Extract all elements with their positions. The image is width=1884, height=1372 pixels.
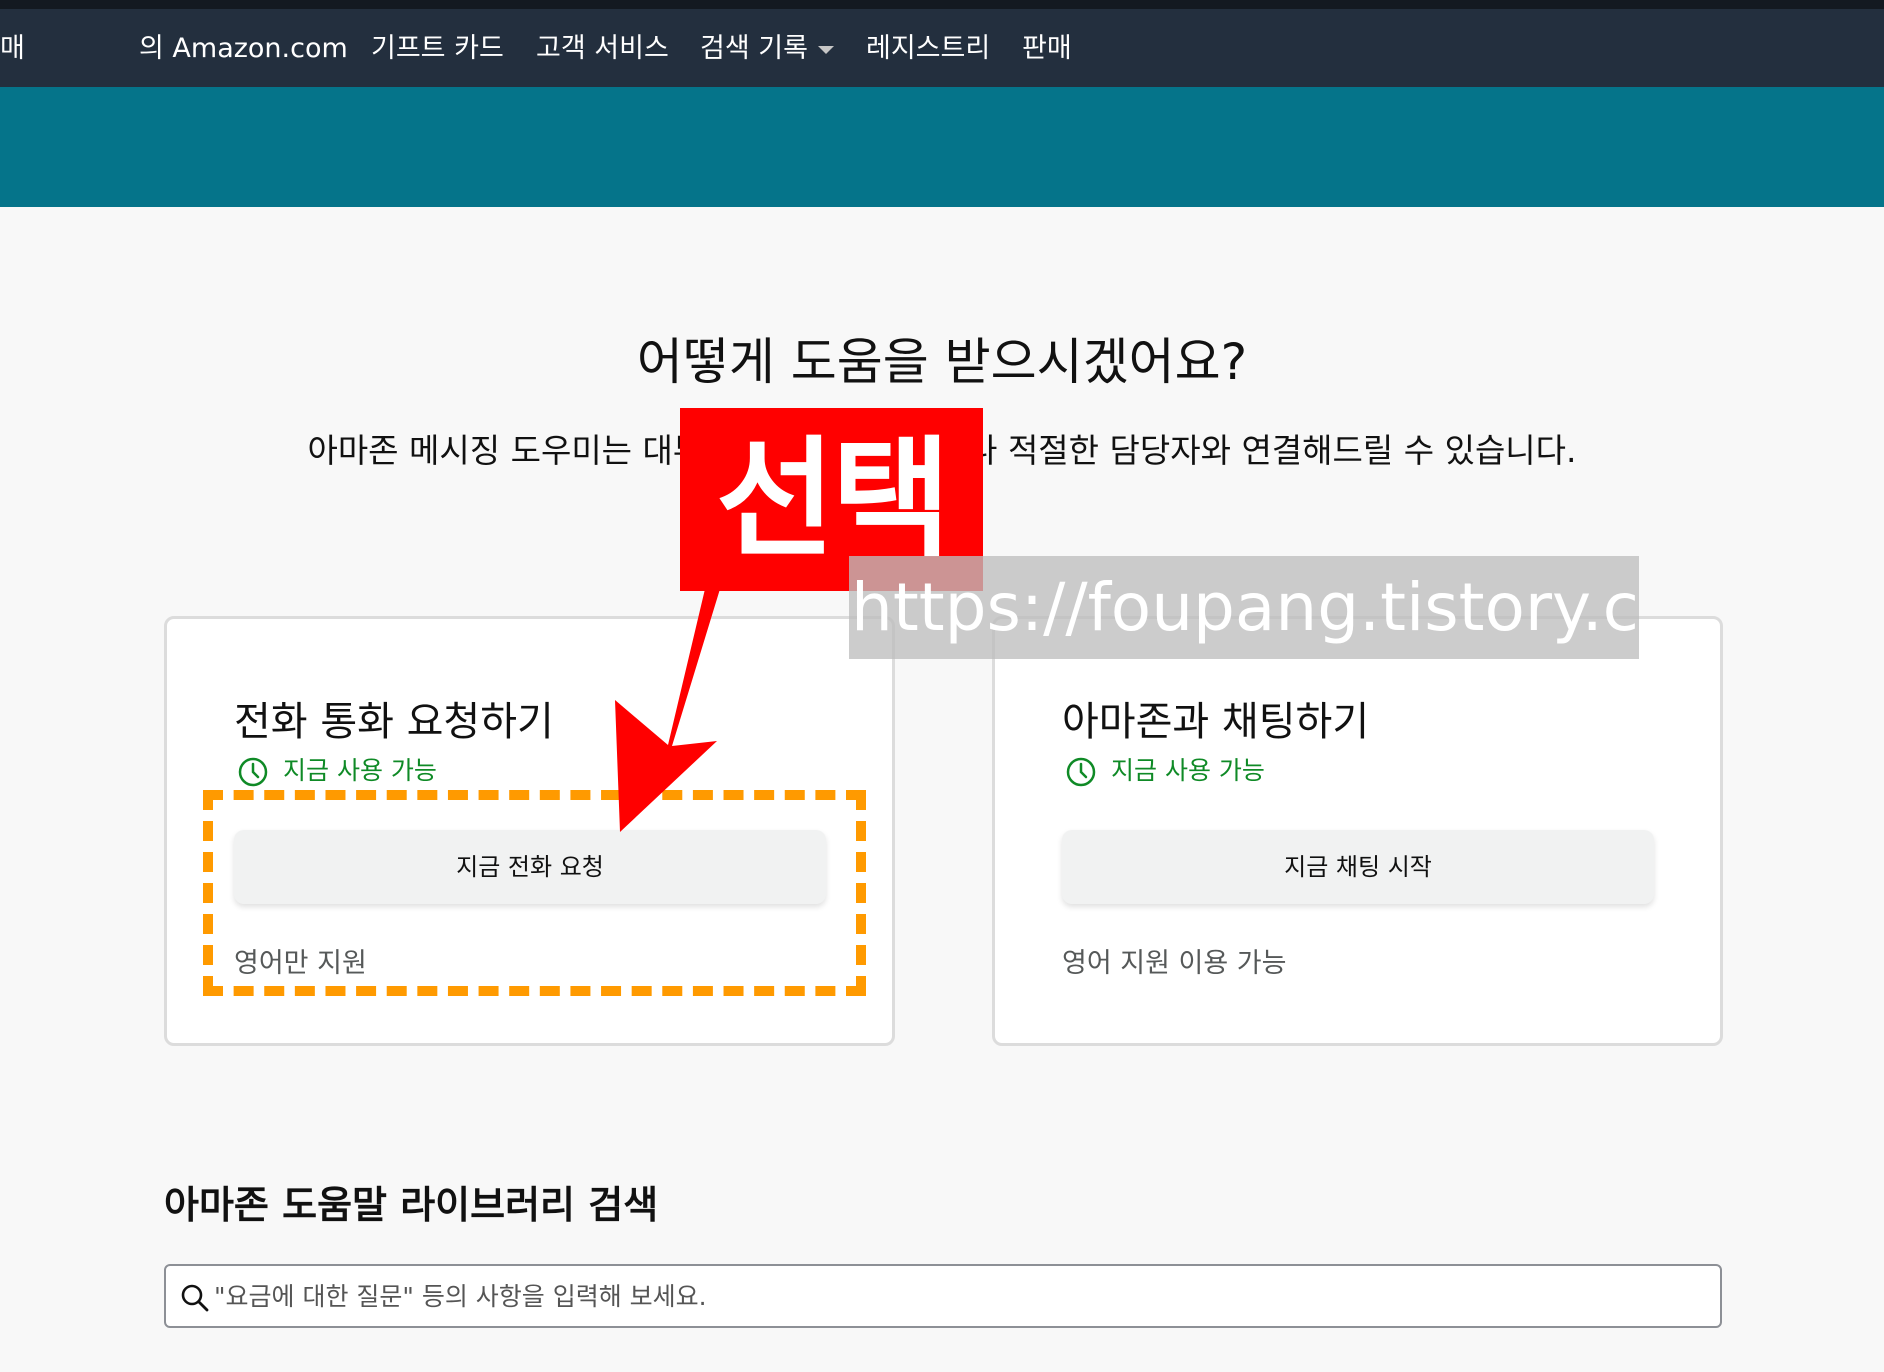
annotation-arrow-icon [615,589,720,832]
watermark-url: https://foupang.tistory.com [849,556,1639,659]
